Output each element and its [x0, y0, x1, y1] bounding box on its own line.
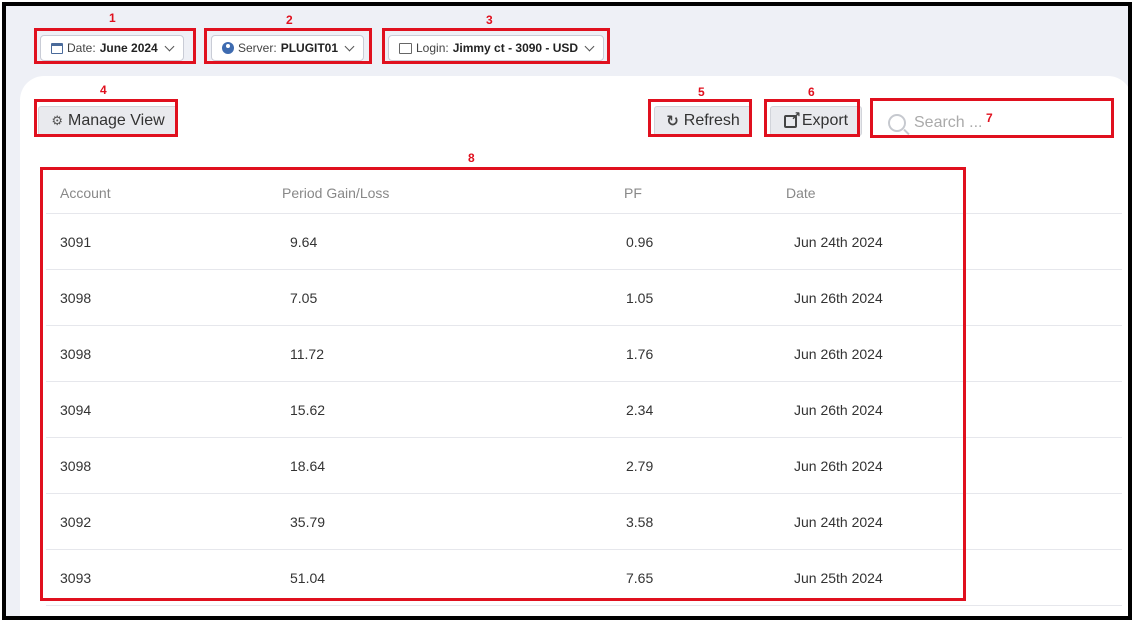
callout-box-4	[34, 99, 178, 137]
callout-box-5	[648, 99, 752, 137]
callout-box-8	[40, 167, 966, 601]
callout-number-7: 7	[986, 111, 993, 125]
callout-box-2	[204, 28, 372, 64]
callout-number-2: 2	[286, 13, 293, 27]
callout-box-3	[382, 28, 610, 64]
callout-number-1: 1	[109, 11, 116, 25]
screenshot-frame: Date: June 2024 Server: PLUGIT01 Login: …	[2, 2, 1132, 620]
callout-number-8: 8	[468, 151, 475, 165]
callout-number-4: 4	[100, 83, 107, 97]
callout-number-6: 6	[808, 85, 815, 99]
callout-box-1	[34, 28, 196, 64]
callout-box-6	[764, 99, 860, 137]
callout-number-5: 5	[698, 85, 705, 99]
callout-number-3: 3	[486, 13, 493, 27]
